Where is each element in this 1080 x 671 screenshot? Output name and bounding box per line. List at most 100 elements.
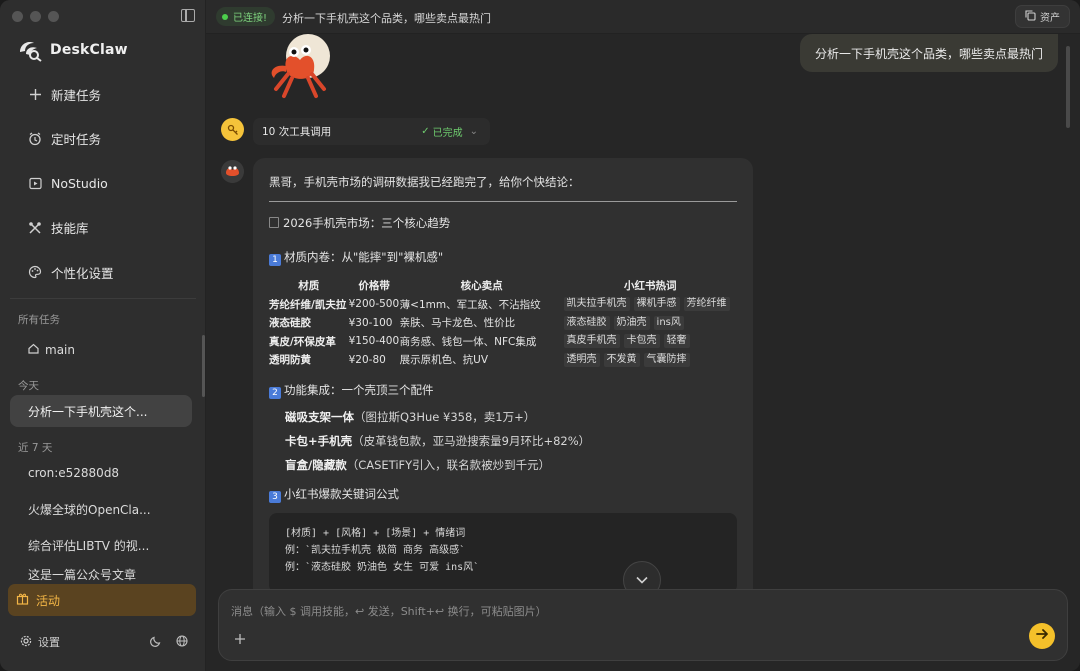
material-cell: 真皮/环保皮革 [269,335,336,348]
nav-label: 新建任务 [51,87,102,103]
minimize-window-button[interactable] [30,11,41,22]
moon-icon[interactable] [150,635,162,650]
hot-tag: 气囊防摔 [643,352,690,367]
nav-scheduled-tasks[interactable]: 定时任务 [10,117,194,162]
feature-item: 盲盒/隐藏款（CASETiFY引入，联名款被炒到千元） [269,453,737,477]
send-button[interactable] [1029,623,1055,649]
nav-new-task[interactable]: 新建任务 [10,72,194,117]
input-placeholder: 消息（输入 $ 调用技能，↩ 发送，Shift+↩ 换行，可粘贴图片） [231,605,547,618]
material-cell: 液态硅胶 [269,317,311,330]
plus-icon [28,87,42,101]
points-cell: 商务感、钱包一体、NFC集成 [399,335,537,348]
sidebar-toggle-icon[interactable] [181,9,195,22]
price-cell: ¥30-100 [348,316,393,329]
tool-status-label: 已完成 [432,128,463,139]
horizontal-rule [269,201,737,202]
app-window: DeskClaw 新建任务 定时任务 NoStudio 技能库 个性化设置 所有… [0,0,1080,671]
conversation-title: 分析一下手机壳这个品类，哪些卖点最热门 [282,12,491,25]
price-cell: ¥20-80 [348,353,386,366]
sidebar-scrollbar[interactable] [202,335,205,397]
price-cell: ¥150-400 [348,335,400,348]
material-cell: 透明防黄 [269,354,311,367]
message-input[interactable]: 消息（输入 $ 调用技能，↩ 发送，Shift+↩ 换行，可粘贴图片） [218,589,1068,661]
task-item[interactable]: cron:e52880d8 [10,457,192,489]
window-controls [12,11,59,22]
alarm-icon [28,132,42,146]
nav-personalization[interactable]: 个性化设置 [10,250,194,295]
task-item[interactable]: 火爆全球的OpenCla... [10,493,192,525]
hot-tag: 奶油壳 [613,315,650,330]
materials-table: 材质 价格带 核心卖点 小红书热词 芳纶纤维/凯夫拉 ¥200-500 薄<1m… [269,276,737,369]
reply-intro: 黑哥，手机壳市场的调研数据我已经跑完了，给你个快结论： [269,175,580,189]
reply-heading-text: 2026手机壳市场：三个核心趋势 [283,216,451,230]
sidebar: DeskClaw 新建任务 定时任务 NoStudio 技能库 个性化设置 所有… [0,0,206,671]
price-cell: ¥200-500 [348,298,400,311]
sidebar-nav: 新建任务 定时任务 NoStudio 技能库 个性化设置 [10,72,194,295]
chat-area: 分析一下手机壳这个品类，哪些卖点最热门 10 次工具调用 ✓ 已完成 ⌄ 黑哥， [206,34,1080,671]
section-2-title-text: 功能集成：一个壳顶三个配件 [284,383,434,397]
maximize-window-button[interactable] [48,11,59,22]
feature-detail: （图拉斯Q3Hue ¥358，卖1万+） [354,410,536,424]
week-label: 近 7 天 [18,442,53,454]
hot-tag: 轻奢 [663,334,690,349]
table-row: 真皮/环保皮革 ¥150-400 商务感、钱包一体、NFC集成 真皮手机壳 卡包壳… [269,332,737,351]
settings-button[interactable]: 设置 [20,634,60,650]
settings-label: 设置 [38,636,60,649]
nav-label: 技能库 [51,221,89,237]
feature-name: 磁吸支架一体 [285,410,354,424]
tags-cell: 真皮手机壳 卡包壳 轻奢 [563,332,737,351]
chat-scrollbar[interactable] [1066,46,1070,128]
all-tasks-label: 所有任务 [18,314,60,326]
hot-tag: 不发黄 [603,352,640,367]
section-2-title: 2 功能集成：一个壳顶三个配件 [269,381,737,399]
tags-cell: 透明壳 不发黄 气囊防摔 [563,351,737,370]
table-header: 小红书热词 [624,280,677,292]
task-item-active[interactable]: 分析一下手机壳这个... [10,395,192,427]
gear-icon [20,635,32,650]
tool-calls-summary[interactable]: 10 次工具调用 ✓ 已完成 ⌄ [253,118,490,145]
code-line: 例：`凯夫拉手机壳 极简 商务 高级感` [285,545,466,556]
assets-label: 资产 [1040,13,1060,24]
feature-item: 卡包+手机壳（皮革钱包款，亚马逊搜索量9月环比+82%） [269,429,737,453]
material-cell: 芳纶纤维/凯夫拉 [269,298,347,311]
nav-nostudio[interactable]: NoStudio [10,161,194,206]
user-message: 分析一下手机壳这个品类，哪些卖点最热门 [799,34,1058,72]
attach-plus-icon[interactable] [234,630,246,649]
tools-icon [28,221,42,235]
close-window-button[interactable] [12,11,23,22]
section-3-title-text: 小红书爆款关键词公式 [284,487,399,501]
hot-tag: 凯夫拉手机壳 [563,297,630,312]
assets-button[interactable]: 资产 [1015,5,1070,28]
app-name: DeskClaw [50,42,128,58]
section-1-title-text: 材质内卷：从"能摔"到"裸机感" [284,250,444,264]
palette-icon [28,265,42,279]
hot-tag: 卡包壳 [623,334,660,349]
keycap-3-icon: 3 [269,491,281,503]
feature-detail: （皮革钱包款，亚马逊搜索量9月环比+82%） [352,434,591,448]
task-item[interactable]: 综合评估LIBTV 的视... [10,529,192,561]
reply-heading: 2026手机壳市场：三个核心趋势 [269,214,737,232]
code-block: [材质] + [风格] + [场景] + 情绪词 例：`凯夫拉手机壳 极简 商务 … [269,513,737,593]
activity-label: 活动 [36,593,61,608]
calendar-icon [269,217,279,228]
assistant-message: 黑哥，手机壳市场的调研数据我已经跑完了，给你个快结论： 2026手机壳市场：三个… [253,158,753,628]
globe-icon[interactable] [176,634,188,650]
table-header: 价格带 [358,280,390,292]
arrow-right-icon [1035,627,1049,645]
tool-status: ✓ 已完成 ⌄ [421,124,478,139]
table-header-row: 材质 价格带 核心卖点 小红书热词 [269,276,737,295]
activity-button[interactable]: 活动 [8,584,196,616]
task-item[interactable]: 这是一篇公众号文章 [10,565,192,583]
hot-tag: 液态硅胶 [563,315,610,330]
task-main[interactable]: main [10,334,192,366]
bot-avatar [221,160,244,183]
nav-skill-library[interactable]: 技能库 [10,206,194,251]
claw-logo-icon [20,42,42,62]
home-icon [28,343,39,357]
points-cell: 薄<1mm、军工级、不沾指纹 [399,298,541,311]
chevron-down-icon [636,572,648,588]
hot-tag: 真皮手机壳 [563,334,620,349]
hot-tag: 透明壳 [563,352,600,367]
table-row: 芳纶纤维/凯夫拉 ¥200-500 薄<1mm、军工级、不沾指纹 凯夫拉手机壳裸… [269,295,737,314]
keycap-2-icon: 2 [269,387,281,399]
